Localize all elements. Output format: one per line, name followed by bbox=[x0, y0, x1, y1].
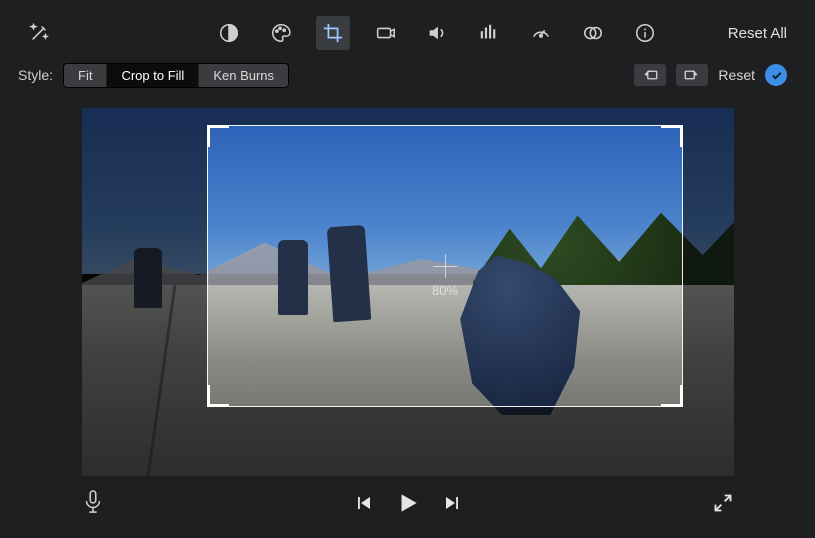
reset-button[interactable]: Reset bbox=[718, 67, 755, 83]
style-crop-to-fill-button[interactable]: Crop to Fill bbox=[107, 64, 199, 87]
camera-stabilize-icon[interactable] bbox=[368, 16, 402, 50]
rotate-ccw-icon[interactable] bbox=[634, 64, 666, 86]
next-frame-button[interactable] bbox=[443, 494, 461, 512]
crop-center-cross-icon bbox=[433, 254, 457, 278]
play-icon bbox=[395, 490, 421, 516]
style-segmented-control: Fit Crop to Fill Ken Burns bbox=[63, 63, 289, 88]
crop-percent-label: 80% bbox=[432, 283, 458, 298]
play-button[interactable] bbox=[395, 490, 421, 516]
reset-all-button[interactable]: Reset All bbox=[728, 14, 787, 52]
crop-handle-tr[interactable] bbox=[661, 125, 683, 147]
fullscreen-expand-icon bbox=[713, 493, 733, 513]
crop-icon[interactable] bbox=[316, 16, 350, 50]
contrast-icon[interactable] bbox=[212, 16, 246, 50]
crop-handle-br[interactable] bbox=[661, 385, 683, 407]
voiceover-mic-button[interactable] bbox=[82, 489, 110, 517]
speed-dial-icon[interactable] bbox=[524, 16, 558, 50]
magic-wand-icon[interactable] bbox=[22, 16, 56, 50]
skip-forward-icon bbox=[443, 494, 461, 512]
confirm-crop-button[interactable] bbox=[765, 64, 787, 86]
preview-viewer: 80% bbox=[82, 108, 734, 476]
palette-icon[interactable] bbox=[264, 16, 298, 50]
crop-style-row: Style: Fit Crop to Fill Ken Burns Reset bbox=[0, 60, 815, 90]
crop-rectangle[interactable]: 80% bbox=[208, 126, 682, 406]
skip-back-icon bbox=[355, 494, 373, 512]
playback-bar bbox=[82, 486, 733, 520]
previous-frame-button[interactable] bbox=[355, 494, 373, 512]
adjustments-toolbar: Reset All bbox=[0, 14, 815, 52]
fullscreen-button[interactable] bbox=[713, 493, 733, 513]
equalizer-icon[interactable] bbox=[472, 16, 506, 50]
checkmark-icon bbox=[770, 69, 783, 82]
volume-icon[interactable] bbox=[420, 16, 454, 50]
crop-handle-bl[interactable] bbox=[207, 385, 229, 407]
crop-handle-tl[interactable] bbox=[207, 125, 229, 147]
rotate-cw-icon[interactable] bbox=[676, 64, 708, 86]
style-ken-burns-button[interactable]: Ken Burns bbox=[199, 64, 288, 87]
style-label: Style: bbox=[18, 67, 53, 83]
style-fit-button[interactable]: Fit bbox=[64, 64, 107, 87]
info-icon[interactable] bbox=[628, 16, 662, 50]
color-overlap-icon[interactable] bbox=[576, 16, 610, 50]
